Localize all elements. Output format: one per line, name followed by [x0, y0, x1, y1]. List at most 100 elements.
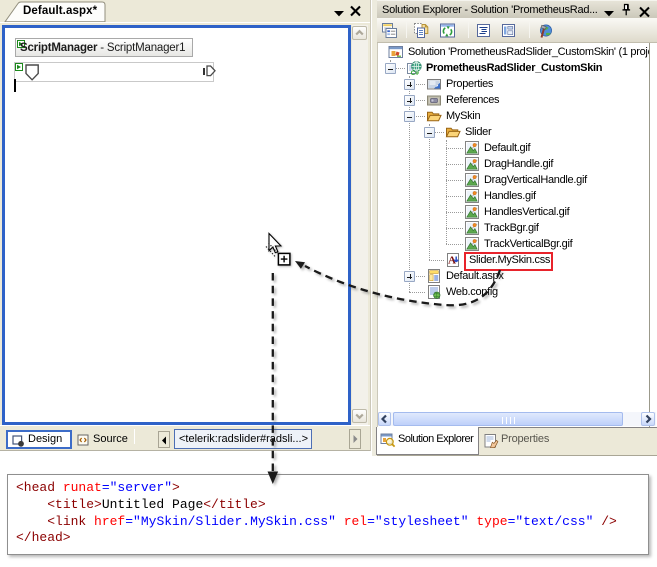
scriptmanager-name: ScriptManager — [20, 42, 97, 54]
separator — [468, 22, 469, 38]
source-view-icon — [77, 434, 89, 446]
tree-item-default-aspx[interactable]: Default.aspx — [378, 268, 650, 284]
scroll-up-button[interactable] — [352, 26, 367, 40]
collapse-icon[interactable] — [424, 127, 435, 138]
tree-item-label: References — [446, 94, 499, 106]
tree-item-label: TrackVerticalBgr.gif — [484, 238, 572, 250]
code-snippet-box: <head runat="server"> <title>Untitled Pa… — [7, 474, 649, 555]
tree-item-label: Handles.gif — [484, 190, 536, 202]
code-token — [336, 514, 344, 529]
tree-item-properties[interactable]: Properties — [378, 76, 650, 92]
thumb-grip — [506, 417, 507, 424]
tree-item-handlesvertical-gif[interactable]: HandlesVertical.gif — [378, 204, 650, 220]
tab-properties[interactable]: Properties — [480, 428, 570, 455]
scroll-thumb[interactable] — [393, 412, 623, 426]
tree-item-label: DragVerticalHandle.gif — [484, 174, 587, 186]
tree-item-trackbgr-gif[interactable]: TrackBgr.gif — [378, 220, 650, 236]
tree-item-handles-gif[interactable]: Handles.gif — [378, 188, 650, 204]
tree-item-default-gif[interactable]: Default.gif — [378, 140, 650, 156]
solution-tree: Solution 'PrometheusRadSlider_CustomSkin… — [377, 43, 650, 427]
panel-edge — [377, 455, 657, 456]
properties-folder-icon — [426, 76, 442, 92]
scroll-down-button[interactable] — [352, 409, 367, 423]
chevron-down-icon[interactable] — [333, 8, 345, 20]
collapse-icon[interactable] — [385, 63, 396, 74]
solution-explorer-panel: Solution Explorer - Solution 'Prometheus… — [377, 0, 657, 456]
tree-item-label: PrometheusRadSlider_CustomSkin — [426, 62, 602, 74]
code-line: </head> — [16, 530, 648, 547]
source-view-button[interactable]: Source — [73, 430, 133, 449]
separator — [529, 22, 530, 38]
design-surface[interactable]: ScriptManager - ScriptManager1 — [2, 25, 351, 425]
tree-item-web-config[interactable]: Web.config — [378, 284, 650, 300]
code-line: <link href="MySkin/Slider.MySkin.css" re… — [16, 514, 648, 531]
tree-item-trackverticalbgr-gif[interactable]: TrackVerticalBgr.gif — [378, 236, 650, 252]
code-token: ="stylesheet" — [367, 514, 468, 529]
code-token: <head — [16, 480, 63, 495]
tree-connector — [446, 196, 463, 197]
project-icon: C# — [406, 60, 422, 76]
tree-item-slider-myskin-css[interactable]: A Slider.MySkin.css — [378, 252, 650, 268]
designer-bottom-bar: Design Source <telerik:radslider#radsli.… — [0, 425, 370, 450]
tree-connector — [446, 148, 463, 149]
designer-vertical-scrollbar[interactable] — [352, 25, 368, 425]
scroll-left-button[interactable] — [378, 412, 391, 426]
tree-item-solution-prometheusradslider-customskin-1-proje[interactable]: Solution 'PrometheusRadSlider_CustomSkin… — [378, 44, 650, 60]
code-token: ="text/css" — [508, 514, 594, 529]
tree-connector — [446, 180, 463, 181]
view-code-icon[interactable] — [475, 22, 492, 39]
expand-icon[interactable] — [404, 79, 415, 90]
radslider-control[interactable] — [14, 62, 214, 82]
expand-icon[interactable] — [404, 95, 415, 106]
tree-item-label: Solution 'PrometheusRadSlider_CustomSkin… — [408, 46, 650, 58]
thumb-grip — [514, 417, 515, 424]
tree-connector — [446, 212, 463, 213]
tab-label: Solution Explorer — [398, 433, 473, 445]
code-token: ="server" — [102, 480, 172, 495]
slider-drag-handle[interactable] — [25, 64, 40, 81]
tree-item-dragverticalhandle-gif[interactable]: DragVerticalHandle.gif — [378, 172, 650, 188]
scriptmanager-control[interactable]: ScriptManager - ScriptManager1 — [15, 38, 193, 57]
code-token: /> — [593, 514, 616, 529]
tree-item-label: Default.gif — [484, 142, 530, 154]
tag-navigator-back-button[interactable] — [158, 431, 170, 448]
tree-connector — [446, 244, 463, 245]
thumb-grip — [502, 417, 503, 424]
tree-item-references[interactable]: References — [378, 92, 650, 108]
show-all-files-icon[interactable] — [413, 22, 430, 39]
tab-label: Properties — [501, 433, 549, 445]
expand-icon[interactable] — [404, 271, 415, 282]
solution-icon — [388, 44, 404, 60]
code-token: <title> — [47, 497, 102, 512]
design-view-button[interactable]: Design — [6, 430, 72, 449]
view-designer-icon[interactable] — [500, 22, 517, 39]
slider-end-handle[interactable] — [206, 65, 216, 77]
minus-stroke — [407, 117, 412, 118]
tab-default-aspx[interactable]: Default.aspx* — [3, 1, 107, 22]
tree-item-draghandle-gif[interactable]: DragHandle.gif — [378, 156, 650, 172]
tag-navigator[interactable]: <telerik:radslider#radsli...> — [174, 429, 312, 449]
code-token: href — [94, 514, 125, 529]
tree-item-label: Properties — [446, 78, 493, 90]
tree-horizontal-scrollbar[interactable] — [378, 412, 656, 426]
code-token: ="MySkin/Slider.MySkin.css" — [125, 514, 336, 529]
aspnet-configuration-icon[interactable] — [536, 22, 553, 39]
close-icon[interactable] — [349, 5, 362, 20]
solution-explorer-titlebar[interactable]: Solution Explorer - Solution 'Prometheus… — [377, 0, 657, 18]
image-file-icon — [464, 156, 480, 172]
properties-icon[interactable] — [381, 22, 398, 39]
refresh-icon[interactable] — [439, 22, 456, 39]
code-token: Untitled Page — [102, 497, 203, 512]
collapse-icon[interactable] — [404, 111, 415, 122]
tree-item-prometheusradslider-customskin[interactable]: C# PrometheusRadSlider_CustomSkin — [378, 60, 650, 76]
tree-item-myskin[interactable]: MySkin — [378, 108, 650, 124]
tree-item-label: HandlesVertical.gif — [484, 206, 569, 218]
scroll-right-button[interactable] — [641, 412, 655, 426]
plus-stroke — [410, 274, 411, 279]
solution-explorer-toolbar — [377, 18, 657, 43]
tag-navigator-forward-button[interactable] — [349, 429, 361, 449]
tree-connector — [429, 260, 444, 261]
tab-solution-explorer[interactable]: Solution Explorer — [376, 427, 479, 455]
scriptmanager-label: ScriptManager - ScriptManager1 — [20, 42, 185, 54]
tree-item-slider[interactable]: Slider — [378, 124, 650, 140]
